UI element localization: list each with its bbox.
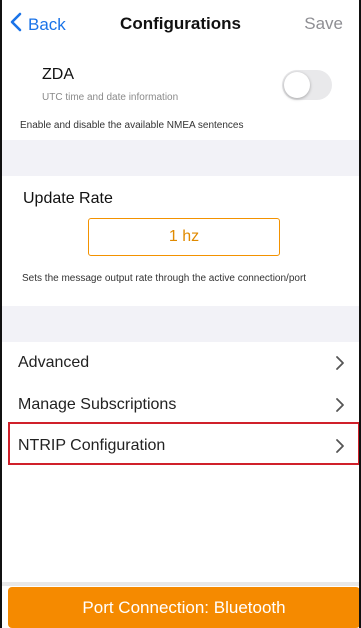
list-item-label: Manage Subscriptions: [18, 396, 177, 413]
chevron-right-icon: [335, 438, 345, 459]
update-rate-button[interactable]: 1 hz: [88, 218, 280, 256]
toggle-knob: [284, 72, 310, 98]
list-item-label: NTRIP Configuration: [18, 437, 166, 454]
divider: [0, 582, 361, 586]
save-button[interactable]: Save: [304, 14, 343, 34]
list-item-ntrip-configuration[interactable]: NTRIP Configuration: [0, 425, 361, 467]
update-rate-section: Update Rate 1 hz Sets the message output…: [0, 176, 361, 306]
zda-subtitle: UTC time and date information: [42, 92, 179, 103]
section-separator: [0, 140, 361, 176]
zda-toggle[interactable]: [282, 70, 332, 100]
list-item-manage-subscriptions[interactable]: Manage Subscriptions: [0, 384, 361, 426]
section-separator: [0, 306, 361, 342]
list-item-label: Advanced: [18, 354, 90, 371]
empty-area: [0, 467, 361, 582]
nmea-description: Enable and disable the available NMEA se…: [20, 120, 244, 131]
chevron-right-icon: [335, 397, 345, 418]
update-rate-description: Sets the message output rate through the…: [22, 273, 307, 284]
chevron-right-icon: [335, 355, 345, 376]
list-item-advanced[interactable]: Advanced: [0, 342, 361, 384]
port-connection-button[interactable]: Port Connection: Bluetooth: [8, 587, 360, 628]
zda-row: ZDA UTC time and date information: [0, 48, 361, 106]
update-rate-title: Update Rate: [23, 190, 113, 207]
zda-title: ZDA: [42, 66, 74, 83]
nav-bar: Back Configurations Save: [0, 0, 361, 48]
